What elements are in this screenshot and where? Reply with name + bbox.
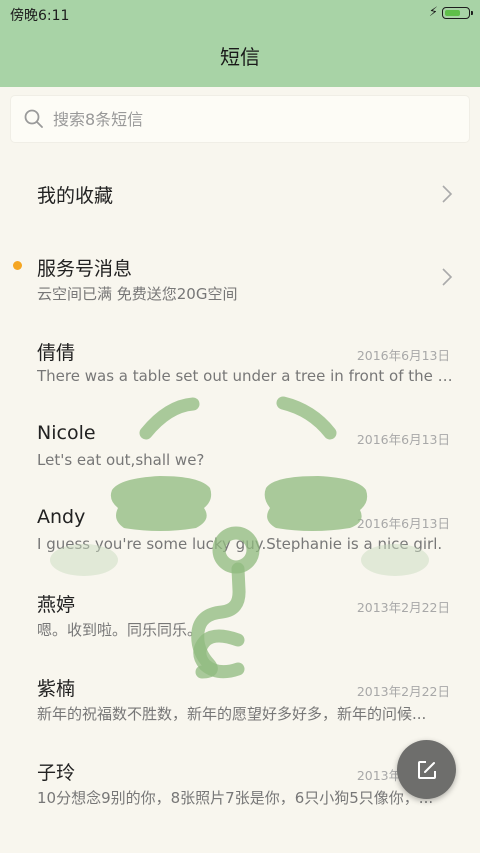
contact-name: 紫楠 bbox=[37, 678, 76, 700]
favorites-label: 我的收藏 bbox=[37, 185, 114, 207]
chevron-right-icon bbox=[442, 185, 453, 203]
message-date: 2016年6月13日 bbox=[356, 432, 450, 447]
chevron-right-icon bbox=[442, 268, 453, 286]
favorites-row[interactable]: 我的收藏 bbox=[0, 152, 480, 236]
message-preview: There was a table set out under a tree i… bbox=[37, 367, 455, 385]
title-bar: 短信 bbox=[0, 28, 480, 87]
search-input[interactable] bbox=[53, 104, 453, 134]
search-box[interactable] bbox=[11, 96, 469, 142]
contact-name: Andy bbox=[37, 506, 86, 528]
message-preview: Let's eat out,shall we? bbox=[37, 451, 205, 469]
compose-button[interactable] bbox=[397, 740, 456, 799]
bolt-icon: ⚡ bbox=[428, 5, 438, 20]
conversation-row[interactable]: 紫楠 2013年2月22日 新年的祝福数不胜数，新年的愿望好多好多，新年的问候.… bbox=[0, 656, 480, 740]
conversation-row[interactable]: 燕婷 2013年2月22日 嗯。收到啦。同乐同乐。 bbox=[0, 572, 480, 656]
compose-icon bbox=[418, 761, 436, 779]
contact-name: 倩倩 bbox=[37, 342, 76, 364]
message-date: 2016年6月13日 bbox=[356, 516, 450, 531]
contact-name: 子玲 bbox=[37, 762, 76, 784]
message-preview: 新年的祝福数不胜数，新年的愿望好多好多，新年的问候... bbox=[37, 705, 427, 723]
service-subtitle: 云空间已满 免费送您20G空间 bbox=[37, 285, 238, 303]
message-preview: I guess you're some lucky guy.Stephanie … bbox=[37, 535, 443, 553]
status-icons: ⚡ bbox=[428, 5, 473, 20]
contact-name: Nicole bbox=[37, 422, 96, 444]
search-icon bbox=[24, 109, 43, 128]
unread-dot bbox=[13, 261, 22, 270]
contact-name: 燕婷 bbox=[37, 594, 76, 616]
conversation-row[interactable]: 倩倩 2016年6月13日 There was a table set out … bbox=[0, 320, 480, 404]
service-row[interactable]: 服务号消息 云空间已满 免费送您20G空间 bbox=[0, 236, 480, 320]
battery-tip bbox=[471, 11, 473, 15]
service-title: 服务号消息 bbox=[37, 258, 133, 280]
status-time: 傍晚6:11 bbox=[10, 8, 70, 24]
message-preview: 10分想念9别的你，8张照片7张是你，6只小狗5只像你，... bbox=[37, 789, 434, 807]
page-title: 短信 bbox=[220, 45, 260, 69]
conversation-row[interactable]: Nicole 2016年6月13日 Let's eat out,shall we… bbox=[0, 404, 480, 488]
battery-icon bbox=[442, 7, 473, 19]
battery-level bbox=[445, 10, 460, 16]
message-preview: 嗯。收到啦。同乐同乐。 bbox=[37, 621, 203, 639]
message-date: 2013年2月22日 bbox=[356, 600, 450, 615]
message-date: 2016年6月13日 bbox=[356, 348, 450, 363]
message-date: 2013年2月22日 bbox=[356, 684, 450, 699]
conversation-row[interactable]: Andy 2016年6月13日 I guess you're some luck… bbox=[0, 488, 480, 572]
status-bar: 傍晚6:11 ⚡ bbox=[0, 0, 480, 28]
